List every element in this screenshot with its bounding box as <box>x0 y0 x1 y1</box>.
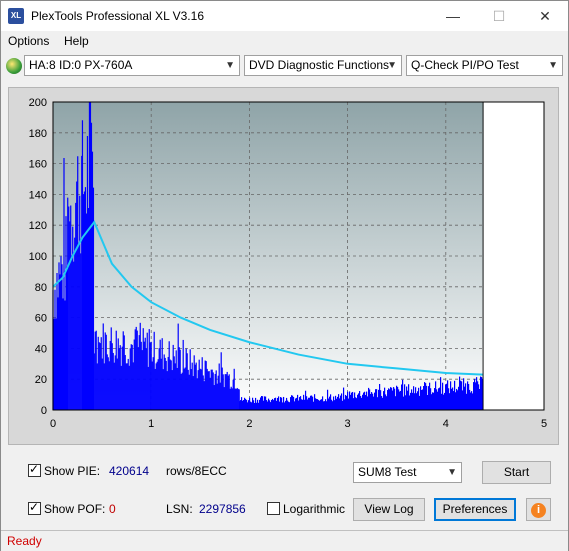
y-tick-label: 60 <box>35 313 47 325</box>
function-select-value: DVD Diagnostic Functions <box>249 58 390 72</box>
y-tick-label: 180 <box>29 128 47 140</box>
status-text: Ready <box>7 534 42 548</box>
y-tick-label: 0 <box>41 405 47 417</box>
y-tick-label: 80 <box>35 282 47 294</box>
menu-options[interactable]: Options <box>8 34 49 48</box>
drive-select[interactable]: HA:8 ID:0 PX-760A ▼ <box>24 55 240 76</box>
preferences-button[interactable]: Preferences <box>434 498 516 521</box>
y-tick-label: 140 <box>29 189 47 201</box>
view-log-button[interactable]: View Log <box>353 498 425 521</box>
drive-select-value: HA:8 ID:0 PX-760A <box>29 58 133 72</box>
show-poe-label: Show POF: <box>44 502 106 516</box>
x-tick-label: 0 <box>50 418 56 430</box>
rows-unit-label: rows/8ECC <box>166 464 227 478</box>
menu-help[interactable]: Help <box>64 34 89 48</box>
sum8-test-value: SUM8 Test <box>358 465 417 479</box>
title-bar: XL PlexTools Professional XL V3.16 — ☐ ✕ <box>1 1 568 31</box>
y-tick-label: 20 <box>35 374 47 386</box>
toolbar: HA:8 ID:0 PX-760A ▼ DVD Diagnostic Funct… <box>1 53 568 79</box>
status-bar: Ready <box>1 530 568 551</box>
chevron-down-icon: ▼ <box>548 60 558 71</box>
chevron-down-icon: ▼ <box>447 467 457 478</box>
unscanned-region <box>483 102 544 410</box>
pipo-chart: 0 20 40 60 80 100 120 140 160 180 200 0 1 2 3 4 5 <box>29 97 547 430</box>
bottom-controls: Show PIE: 420614 rows/8ECC SUM8 Test ▼ S… <box>8 455 559 525</box>
show-pie-label: Show PIE: <box>44 464 101 478</box>
y-tick-label: 100 <box>29 251 47 263</box>
close-button[interactable]: ✕ <box>522 1 568 31</box>
chart-panel: 0 20 40 60 80 100 120 140 160 180 200 0 1 2 3 4 5 <box>8 87 559 445</box>
x-tick-label: 2 <box>246 418 252 430</box>
info-icon: i <box>531 503 546 518</box>
chevron-down-icon: ▼ <box>225 60 235 71</box>
pie-count-value: 420614 <box>109 464 150 478</box>
logarithmic-label: Logarithmic <box>283 502 346 516</box>
logarithmic-checkbox[interactable] <box>267 502 280 515</box>
test-select-value: Q-Check PI/PO Test <box>411 58 519 72</box>
app-window: XL PlexTools Professional XL V3.16 — ☐ ✕… <box>0 0 569 551</box>
lsn-label: LSN: <box>166 502 193 516</box>
show-poe-checkbox[interactable] <box>28 500 41 515</box>
chevron-down-icon: ▼ <box>387 60 397 71</box>
maximize-button[interactable]: ☐ <box>476 1 522 31</box>
minimize-button[interactable]: — <box>430 1 476 31</box>
function-select[interactable]: DVD Diagnostic Functions ▼ <box>244 55 402 76</box>
x-tick-label: 5 <box>541 418 547 430</box>
y-tick-label: 160 <box>29 159 47 171</box>
poe-count-value: 0 <box>109 502 116 516</box>
start-button[interactable]: Start <box>482 461 551 484</box>
x-tick-label: 4 <box>443 418 449 430</box>
window-title: PlexTools Professional XL V3.16 <box>31 9 204 23</box>
sum8-test-select[interactable]: SUM8 Test ▼ <box>353 462 462 483</box>
y-tick-label: 40 <box>35 343 47 355</box>
y-tick-label: 120 <box>29 220 47 232</box>
menu-bar: Options Help <box>1 32 568 52</box>
lsn-value: 2297856 <box>199 502 246 516</box>
x-tick-label: 1 <box>148 418 154 430</box>
app-logo-icon: XL <box>8 8 24 24</box>
y-tick-label: 200 <box>29 97 47 109</box>
show-pie-checkbox[interactable] <box>28 462 41 477</box>
x-tick-label: 3 <box>345 418 351 430</box>
test-select[interactable]: Q-Check PI/PO Test ▼ <box>406 55 563 76</box>
info-button[interactable]: i <box>526 498 551 521</box>
drive-status-icon <box>6 58 22 74</box>
